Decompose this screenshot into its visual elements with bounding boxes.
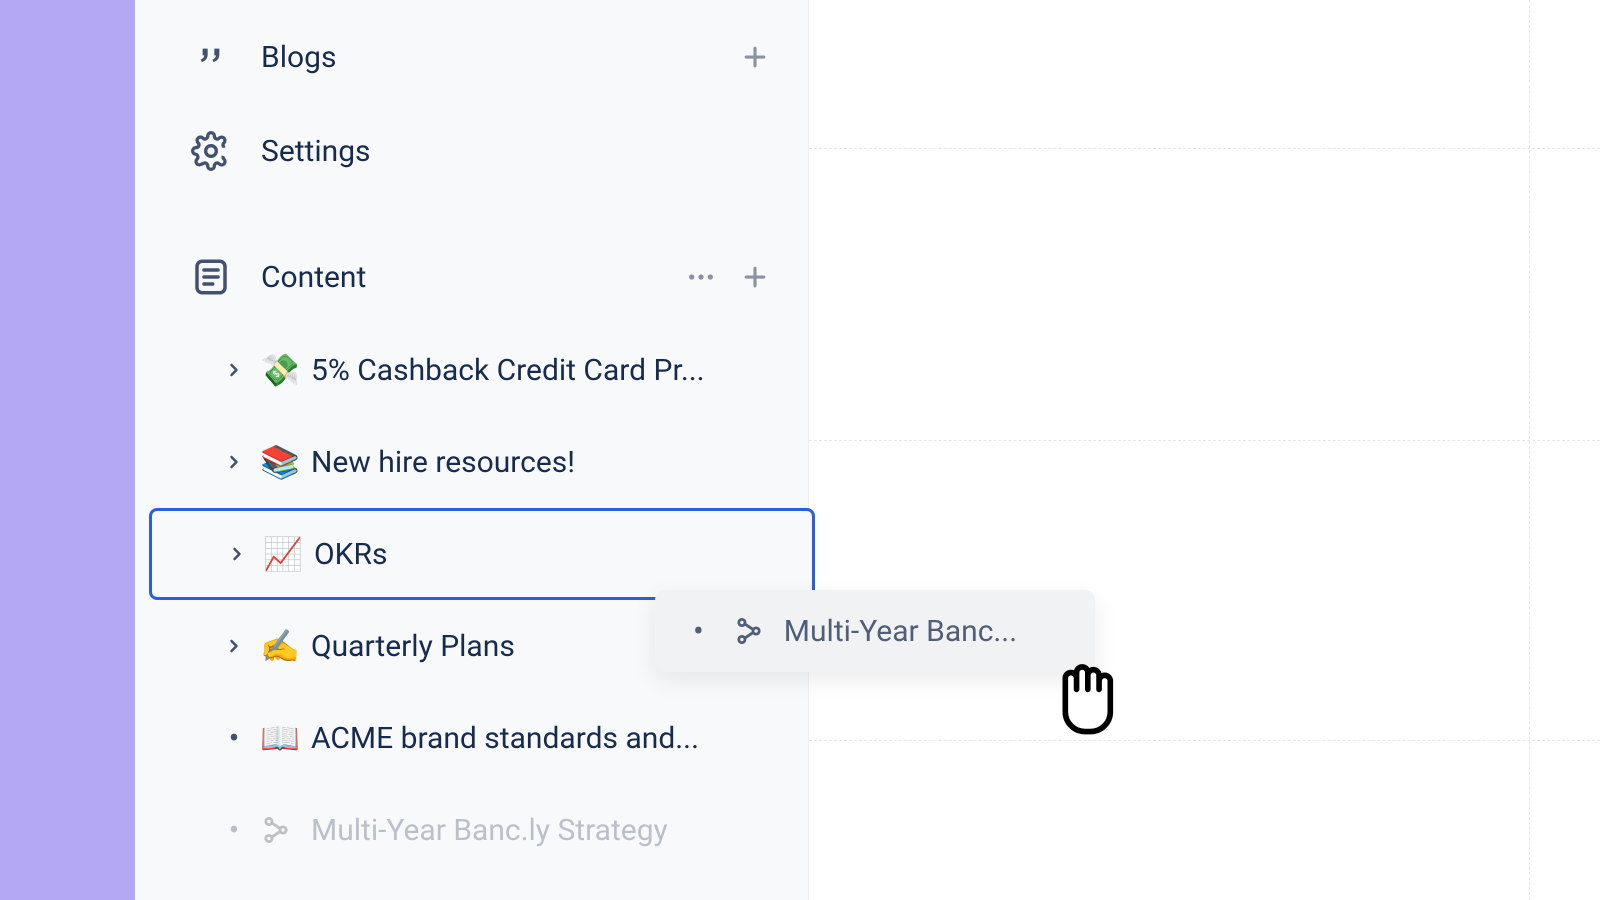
tree-item-label: OKRs [314, 537, 387, 572]
content-more-button[interactable] [683, 259, 719, 295]
nav-item-settings[interactable]: Settings [135, 104, 809, 198]
chevron-right-icon[interactable] [219, 360, 249, 380]
grid-line [809, 440, 1600, 441]
chart-emoji: 📈 [262, 535, 304, 573]
tree-item-label: Multi-Year Banc.ly Strategy [311, 813, 668, 848]
nav-label-blogs: Blogs [261, 40, 737, 75]
tree-item-cashback[interactable]: 💸 5% Cashback Credit Card Pr... [135, 324, 809, 416]
tree-item-multi-year-ghost[interactable]: • Multi-Year Banc.ly Strategy [135, 784, 809, 876]
bullet-icon: • [219, 722, 249, 754]
tree-item-label: 5% Cashback Credit Card Pr... [311, 353, 705, 388]
grid-line [1529, 0, 1530, 900]
sidebar: Blogs Settings Content [135, 0, 809, 900]
grab-cursor-icon [1040, 650, 1130, 740]
gear-icon [185, 131, 237, 171]
add-content-button[interactable] [737, 259, 773, 295]
quote-icon [185, 37, 237, 77]
tree-item-newhire[interactable]: 📚 New hire resources! [135, 416, 809, 508]
tree-item-label: Quarterly Plans [311, 629, 515, 664]
drag-preview-label: Multi-Year Banc... [784, 614, 1017, 649]
nav-label-content: Content [261, 260, 683, 295]
bullet-icon: • [693, 612, 704, 650]
nav-label-settings: Settings [261, 134, 773, 169]
canvas-area[interactable] [809, 0, 1600, 900]
chevron-right-icon[interactable] [219, 636, 249, 656]
tree-item-label: ACME brand standards and... [311, 721, 699, 756]
book-emoji: 📖 [259, 719, 301, 757]
smart-link-icon [732, 614, 766, 648]
grid-line [809, 148, 1600, 149]
nav-item-content[interactable]: Content [135, 230, 809, 324]
section-gap [135, 198, 809, 230]
bullet-icon: • [219, 814, 249, 846]
smart-link-icon [259, 813, 301, 847]
tree-item-label: New hire resources! [311, 445, 575, 480]
drag-preview-tile[interactable]: • Multi-Year Banc... [655, 590, 1095, 672]
chevron-right-icon[interactable] [222, 544, 252, 564]
writing-emoji: ✍️ [259, 627, 301, 665]
tree-item-okrs[interactable]: 📈 OKRs [149, 508, 815, 600]
document-icon [185, 256, 237, 298]
grid-line [809, 740, 1600, 741]
books-emoji: 📚 [259, 443, 301, 481]
tree-item-acme[interactable]: • 📖 ACME brand standards and... [135, 692, 809, 784]
money-emoji: 💸 [259, 351, 301, 389]
chevron-right-icon[interactable] [219, 452, 249, 472]
nav-item-blogs[interactable]: Blogs [135, 10, 809, 104]
add-blog-button[interactable] [737, 39, 773, 75]
app-rail [0, 0, 135, 900]
